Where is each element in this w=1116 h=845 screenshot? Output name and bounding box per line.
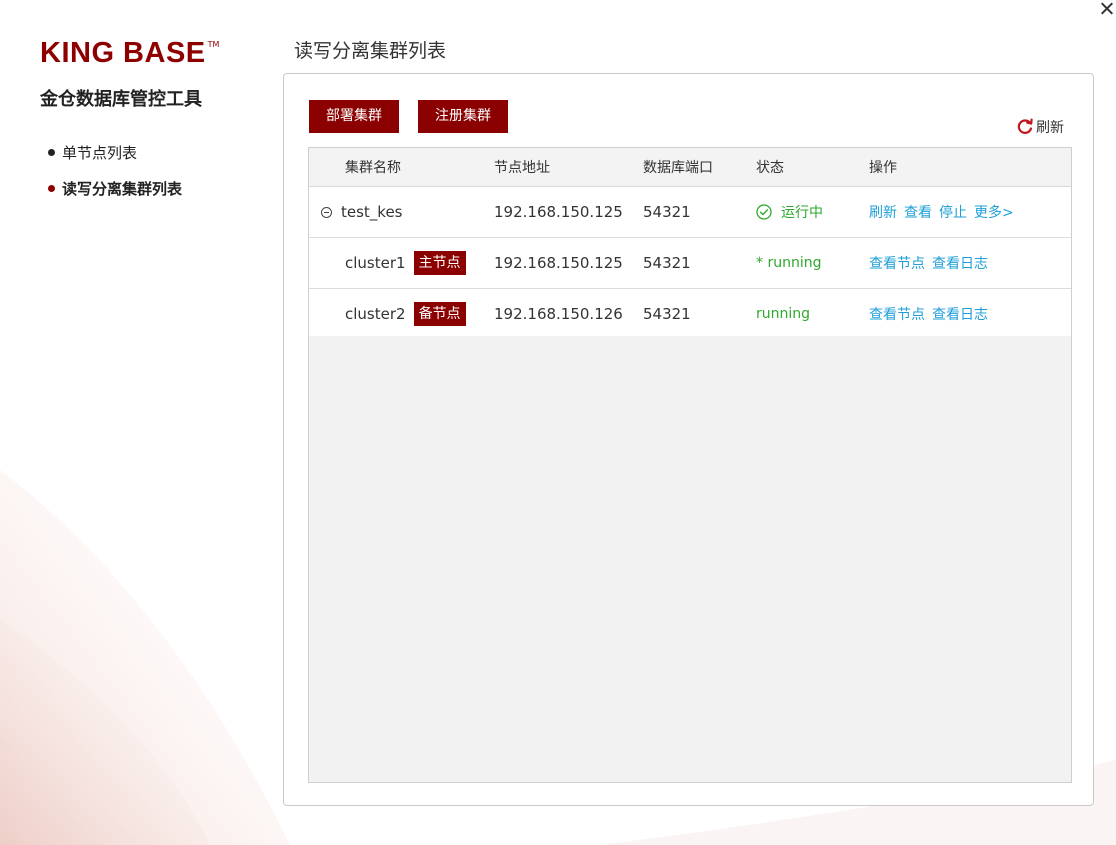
- op-view-link[interactable]: 查看: [904, 202, 932, 222]
- view-node-link[interactable]: 查看节点: [869, 253, 925, 273]
- status-cell: running: [756, 289, 810, 339]
- node-name-cell: cluster2 备节点: [345, 289, 466, 339]
- sidebar-item-single-node-list[interactable]: 单节点列表: [48, 143, 182, 162]
- node-name-cell: cluster1 主节点: [345, 238, 466, 288]
- db-port: 54321: [643, 305, 691, 323]
- collapse-icon[interactable]: [321, 206, 332, 218]
- status-cell: 运行中: [756, 187, 823, 237]
- view-log-link[interactable]: 查看日志: [932, 304, 988, 324]
- deploy-cluster-button[interactable]: 部署集群: [309, 100, 399, 133]
- status-badge: 运行中: [756, 202, 823, 222]
- op-stop-link[interactable]: 停止: [939, 202, 967, 222]
- node-name: cluster2: [345, 305, 406, 323]
- sidebar-item-rw-cluster-list[interactable]: 读写分离集群列表: [48, 179, 182, 198]
- op-refresh-link[interactable]: 刷新: [869, 202, 897, 222]
- table-empty-area: [309, 336, 1071, 782]
- header-operations: 操作: [869, 160, 897, 176]
- bullet-icon: [48, 149, 55, 156]
- table-header: 集群名称 节点地址 数据库端口 状态 操作: [309, 148, 1071, 187]
- cluster-name-cell: test_kes: [321, 187, 403, 237]
- operations-cell: 查看节点 查看日志: [869, 238, 995, 288]
- operations-cell: 刷新 查看 停止 更多>: [869, 187, 1021, 237]
- cluster-table: 集群名称 节点地址 数据库端口 状态 操作 test_kes 192.168.1…: [308, 147, 1072, 783]
- status-cell: * running: [756, 238, 821, 288]
- view-node-link[interactable]: 查看节点: [869, 304, 925, 324]
- table-row-node: cluster1 主节点 192.168.150.125 54321 * run…: [309, 238, 1071, 289]
- node-address: 192.168.150.125: [494, 203, 623, 221]
- sidebar-item-label: 读写分离集群列表: [62, 180, 183, 198]
- check-circle-icon: [756, 204, 772, 220]
- node-address: 192.168.150.126: [494, 305, 623, 323]
- node-address: 192.168.150.125: [494, 254, 623, 272]
- status-text: 运行中: [781, 205, 823, 221]
- kingbase-logo: KING BASE TM: [40, 38, 219, 68]
- header-db-port: 数据库端口: [643, 160, 713, 176]
- table-row-node: cluster2 备节点 192.168.150.126 54321 runni…: [309, 289, 1071, 340]
- status-text: * running: [756, 255, 822, 271]
- refresh-label: 刷新: [1036, 120, 1064, 136]
- operations-cell: 查看节点 查看日志: [869, 289, 995, 339]
- cluster-name: test_kes: [341, 203, 403, 221]
- db-port: 54321: [643, 254, 691, 272]
- register-cluster-button[interactable]: 注册集群: [418, 100, 508, 133]
- primary-node-badge: 主节点: [413, 251, 466, 275]
- standby-node-badge: 备节点: [413, 302, 466, 326]
- close-icon[interactable]: [1097, 0, 1116, 19]
- logo-trademark: TM: [207, 40, 220, 49]
- db-port: 54321: [643, 203, 691, 221]
- header-cluster-name: 集群名称: [345, 160, 401, 176]
- status-text: running: [756, 306, 811, 322]
- cluster-panel: 部署集群 注册集群 刷新 集群名称 节点地址 数据库端口 状态 操作 test_…: [283, 73, 1094, 806]
- bullet-icon: [48, 185, 55, 192]
- sidebar-nav: 单节点列表 读写分离集群列表: [48, 143, 182, 215]
- header-node-address: 节点地址: [494, 160, 550, 176]
- sidebar-item-label: 单节点列表: [62, 144, 138, 162]
- app-subtitle: 金仓数据库管控工具: [40, 89, 202, 110]
- view-log-link[interactable]: 查看日志: [932, 253, 988, 273]
- logo-text: KING BASE: [40, 37, 206, 69]
- node-name: cluster1: [345, 254, 406, 272]
- refresh-button[interactable]: 刷新: [1016, 117, 1064, 137]
- op-more-link[interactable]: 更多>: [974, 202, 1014, 222]
- table-row-cluster: test_kes 192.168.150.125 54321 运行中 刷新 查看…: [309, 187, 1071, 238]
- header-status: 状态: [756, 160, 784, 176]
- page-title: 读写分离集群列表: [294, 40, 447, 62]
- refresh-icon: [1017, 118, 1033, 134]
